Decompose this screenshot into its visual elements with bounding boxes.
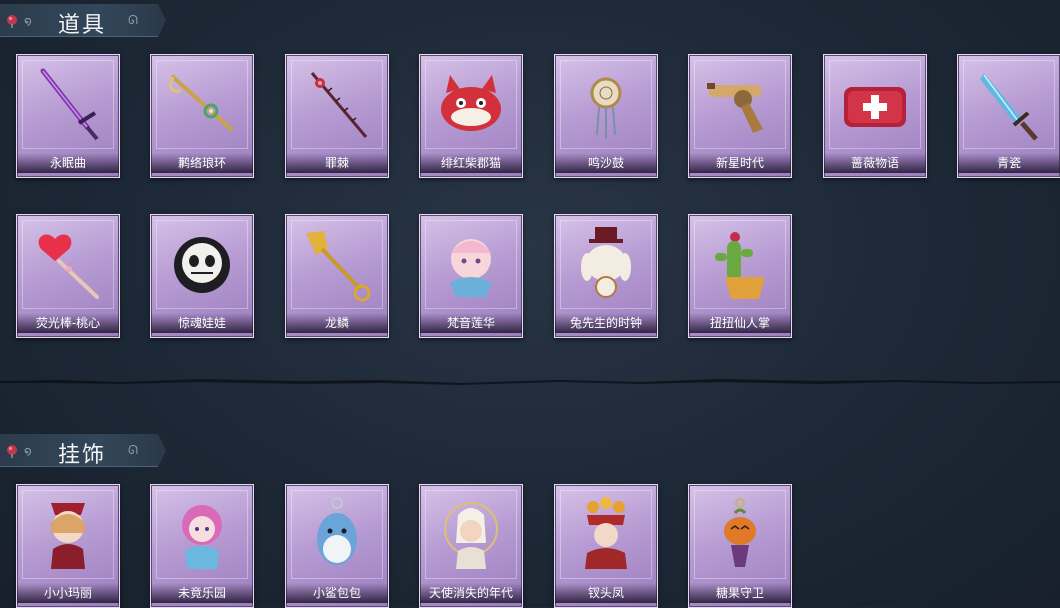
lotus-doll-icon <box>450 239 492 297</box>
section-header-props: ໑ 道具 ᘏ <box>0 4 166 37</box>
item-name: 钗头凤 <box>555 583 657 603</box>
item-name: 绯红柴郡猫 <box>420 153 522 173</box>
item-name: 未竟乐园 <box>151 583 253 603</box>
item-card[interactable]: 钗头凤 <box>554 484 658 608</box>
item-card[interactable]: 天使消失的年代 <box>419 484 523 608</box>
item-card[interactable]: 罪棘 <box>285 54 389 178</box>
angel-doll-icon <box>444 502 498 569</box>
heart-wand-icon <box>38 234 99 299</box>
pink-doll-icon <box>182 505 222 569</box>
item-card[interactable]: 惊魂娃娃 <box>150 214 254 338</box>
porcelain-dagger-icon <box>980 73 1038 141</box>
section-title: 道具 <box>58 13 107 38</box>
item-name: 天使消失的年代 <box>420 583 522 603</box>
item-card[interactable]: 兔先生的时钟 <box>554 214 658 338</box>
mary-doll-icon <box>51 503 85 569</box>
item-name: 永眠曲 <box>17 153 119 173</box>
pumpkin-guard-icon <box>724 498 756 567</box>
swirl-right-icon: ᘏ <box>128 443 138 457</box>
item-card[interactable]: 青瓷 <box>957 54 1060 178</box>
item-name: 鸣沙鼓 <box>555 153 657 173</box>
item-name: 小鲨包包 <box>286 583 388 603</box>
item-card[interactable]: 梵音莲华 <box>419 214 523 338</box>
item-name: 新星时代 <box>689 153 791 173</box>
purple-sword-icon <box>40 68 99 141</box>
item-name: 龙鳞 <box>286 313 388 333</box>
item-card[interactable]: 绯红柴郡猫 <box>419 54 523 178</box>
section-divider <box>0 379 1060 385</box>
item-name: 罪棘 <box>286 153 388 173</box>
section-header-pendants: ໑ 挂饰 ᘏ <box>0 434 166 467</box>
item-name: 鹣络琅环 <box>151 153 253 173</box>
item-name: 蔷薇物语 <box>824 153 926 173</box>
item-card[interactable]: 未竟乐园 <box>150 484 254 608</box>
item-name: 梵音莲华 <box>420 313 522 333</box>
item-name: 糖果守卫 <box>689 583 791 603</box>
item-card[interactable]: 糖果守卫 <box>688 484 792 608</box>
item-name: 扭扭仙人掌 <box>689 313 791 333</box>
golden-scepter-icon <box>168 75 233 131</box>
skull-doll-icon <box>174 237 230 293</box>
item-card[interactable]: 龙鳞 <box>285 214 389 338</box>
swirl-right-icon: ᘏ <box>128 13 138 27</box>
swirl-left-icon: ໑ <box>24 444 32 458</box>
item-name: 惊魂娃娃 <box>151 313 253 333</box>
item-card[interactable]: 荧光棒-桃心 <box>16 214 120 338</box>
item-card[interactable]: 鸣沙鼓 <box>554 54 658 178</box>
item-card[interactable]: 蔷薇物语 <box>823 54 927 178</box>
item-name: 荧光棒-桃心 <box>17 313 119 333</box>
item-card[interactable]: 扭扭仙人掌 <box>688 214 792 338</box>
item-card[interactable]: 新星时代 <box>688 54 792 178</box>
cactus-icon <box>715 232 765 299</box>
item-name: 小小玛丽 <box>17 583 119 603</box>
golden-shovel-icon <box>306 231 371 302</box>
thorn-staff-icon <box>310 72 368 138</box>
pin-icon <box>7 445 17 458</box>
shark-bag-icon <box>317 497 357 565</box>
rabbit-clock-icon <box>581 227 631 298</box>
item-card[interactable]: 鹣络琅环 <box>150 54 254 178</box>
revolver-icon <box>707 83 763 133</box>
section-title: 挂饰 <box>58 443 107 468</box>
item-card[interactable]: 小鲨包包 <box>285 484 389 608</box>
medkit-icon <box>844 87 906 127</box>
red-cat-icon <box>441 75 501 131</box>
item-card[interactable]: 永眠曲 <box>16 54 120 178</box>
pin-icon <box>7 15 17 28</box>
item-name: 青瓷 <box>958 153 1060 173</box>
phoenix-doll-icon <box>585 497 627 569</box>
item-name: 兔先生的时钟 <box>555 313 657 333</box>
dreamcatcher-drum-icon <box>590 77 622 139</box>
item-card[interactable]: 小小玛丽 <box>16 484 120 608</box>
swirl-left-icon: ໑ <box>24 14 32 28</box>
